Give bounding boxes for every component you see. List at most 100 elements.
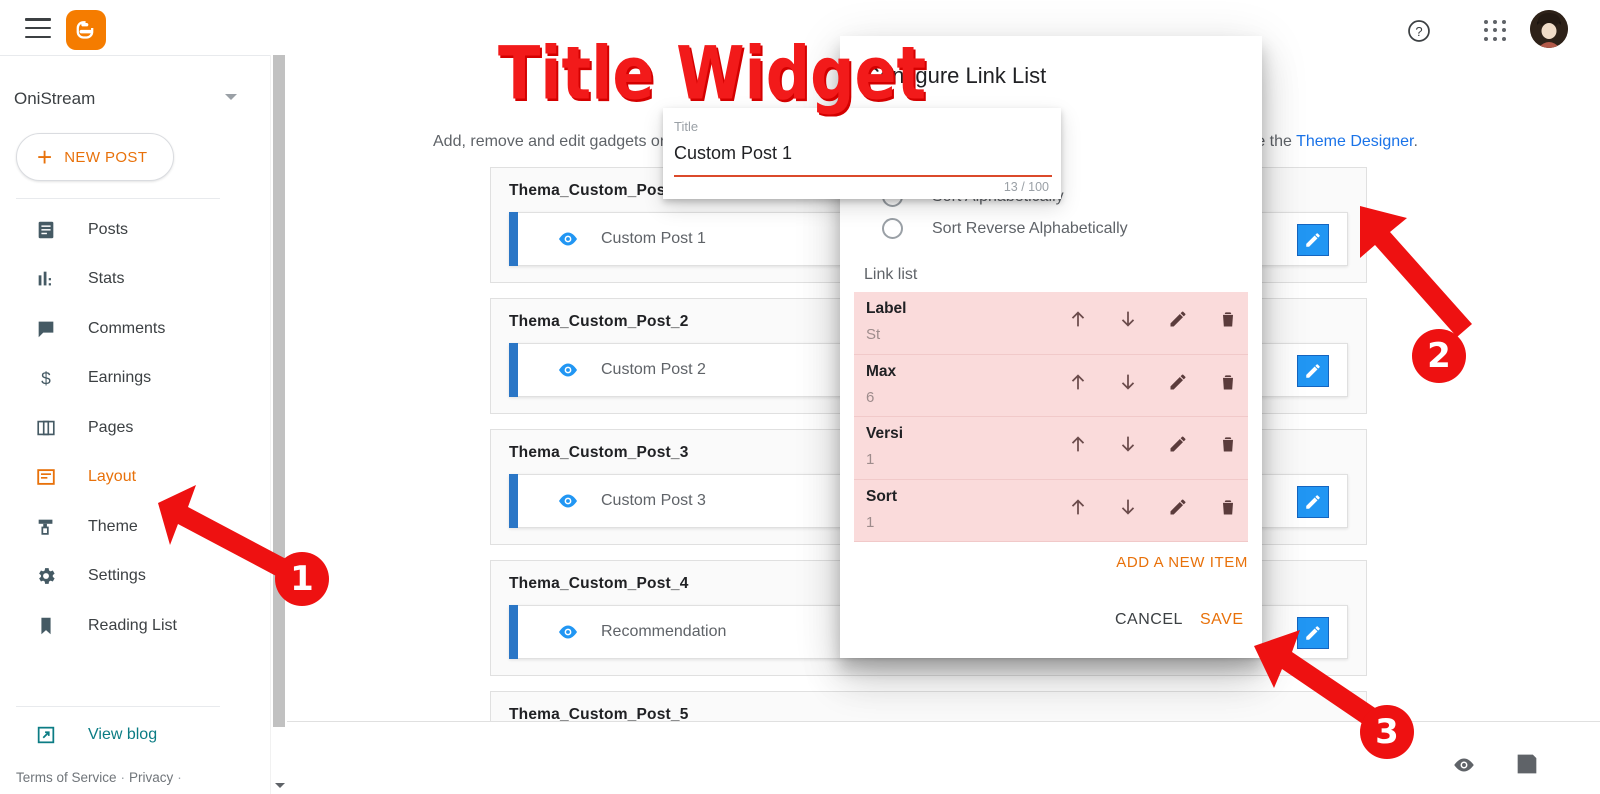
blog-selector[interactable]: OniStream <box>14 84 254 114</box>
trash-icon[interactable] <box>1216 307 1240 331</box>
blog-name: OniStream <box>14 89 96 108</box>
sidebar-divider-top <box>16 198 220 199</box>
gadget-accent-bar <box>509 605 518 659</box>
gadget-accent-bar <box>509 212 518 266</box>
sidebar-item-comments[interactable]: Comments <box>0 304 270 354</box>
apps-grid-icon[interactable] <box>1483 19 1509 43</box>
sidebar-item-label: Settings <box>88 567 146 585</box>
arrow-down-icon[interactable] <box>1116 307 1140 331</box>
eye-icon <box>556 620 580 644</box>
pencil-icon[interactable] <box>1166 495 1190 519</box>
gadget-edit-button[interactable] <box>1297 224 1329 256</box>
trash-icon[interactable] <box>1216 432 1240 456</box>
bookmark-icon <box>33 613 59 639</box>
view-blog-button[interactable]: View blog <box>0 711 270 759</box>
sidebar-item-settings[interactable]: Settings <box>0 552 270 602</box>
link-list-items: Label St Max 6 Versi 1 Sort 1 <box>854 292 1248 542</box>
arrow-down-icon[interactable] <box>1116 495 1140 519</box>
gadget-row-label: Custom Post 2 <box>601 361 706 378</box>
arrow-up-icon[interactable] <box>1066 370 1090 394</box>
add-a-new-item-button[interactable]: ADD A NEW ITEM <box>1116 554 1248 571</box>
stats-icon <box>33 266 59 292</box>
svg-text:?: ? <box>1415 24 1422 39</box>
list-item-name: Sort <box>866 487 897 505</box>
eye-icon <box>556 227 580 251</box>
theme-icon <box>33 514 59 540</box>
sidebar-item-pages[interactable]: Pages <box>0 403 270 453</box>
pencil-icon[interactable] <box>1166 432 1190 456</box>
sidebar-nav-list: Posts Stats Comments $ Earnings Pages La… <box>0 205 270 651</box>
arrow-up-icon[interactable] <box>1066 495 1090 519</box>
annotation-heading: Title Widget <box>498 30 927 117</box>
arrow-up-icon[interactable] <box>1066 432 1090 456</box>
pencil-icon[interactable] <box>1166 370 1190 394</box>
arrow-down-icon[interactable] <box>1116 432 1140 456</box>
new-post-label: NEW POST <box>64 148 148 166</box>
scroll-down-arrow-icon[interactable] <box>275 783 285 788</box>
list-item-actions <box>1066 307 1240 331</box>
sidebar-item-earnings[interactable]: $ Earnings <box>0 354 270 404</box>
blogger-logo[interactable] <box>66 10 106 50</box>
gadget-edit-button[interactable] <box>1297 617 1329 649</box>
cancel-button[interactable]: CANCEL <box>1115 611 1183 629</box>
list-item[interactable]: Label St <box>854 292 1248 355</box>
list-item-value: 1 <box>866 513 875 531</box>
hamburger-menu-icon[interactable] <box>25 18 51 38</box>
left-sidebar: OniStream + NEW POST Posts Stats Comment… <box>0 55 270 794</box>
gadget-row-label: Custom Post 3 <box>601 492 706 509</box>
earnings-icon: $ <box>33 365 59 391</box>
step-badge-3: 3 <box>1360 705 1414 759</box>
list-item-actions <box>1066 370 1240 394</box>
list-item[interactable]: Max 6 <box>854 355 1248 417</box>
eye-icon[interactable] <box>1451 752 1477 783</box>
legal-separator-2: · <box>177 770 182 785</box>
sidebar-item-label: Pages <box>88 418 134 436</box>
pencil-icon[interactable] <box>1166 307 1190 331</box>
sidebar-divider-bottom <box>16 706 220 707</box>
gear-icon <box>33 563 59 589</box>
sidebar-item-label: Earnings <box>88 369 152 387</box>
gadget-section: Thema_Custom_Post_5 <box>490 691 1367 721</box>
step-badge-2: 2 <box>1412 329 1466 383</box>
scrollbar-thumb[interactable] <box>273 55 285 727</box>
link-list-section-label: Link list <box>864 266 918 283</box>
title-input-underline <box>674 175 1052 177</box>
eye-icon <box>556 489 580 513</box>
floppy-save-icon[interactable] <box>1513 750 1541 783</box>
sidebar-item-label: Theme <box>88 517 138 535</box>
sidebar-scrollbar[interactable] <box>270 55 286 794</box>
help-circle-icon[interactable]: ? <box>1406 18 1432 44</box>
sidebar-item-theme[interactable]: Theme <box>0 502 270 552</box>
step-badge-1: 1 <box>275 552 329 606</box>
trash-icon[interactable] <box>1216 495 1240 519</box>
privacy-link[interactable]: Privacy <box>129 770 173 785</box>
theme-designer-link[interactable]: Theme Designer <box>1296 133 1413 150</box>
sidebar-item-reading-list[interactable]: Reading List <box>0 601 270 651</box>
external-link-icon <box>33 722 59 748</box>
list-item-value: 6 <box>866 388 875 406</box>
gadget-edit-button[interactable] <box>1297 486 1329 518</box>
sidebar-item-layout[interactable]: Layout <box>0 453 270 503</box>
list-item[interactable]: Sort 1 <box>854 480 1248 542</box>
arrow-up-icon[interactable] <box>1066 307 1090 331</box>
trash-icon[interactable] <box>1216 370 1240 394</box>
sidebar-item-posts[interactable]: Posts <box>0 205 270 255</box>
user-avatar[interactable] <box>1530 10 1568 48</box>
new-post-button[interactable]: + NEW POST <box>16 133 175 181</box>
save-button[interactable]: SAVE <box>1200 611 1244 629</box>
sidebar-item-label: Comments <box>88 319 166 337</box>
gadget-edit-button[interactable] <box>1297 355 1329 387</box>
title-field-label: Title <box>674 119 699 134</box>
radio-circle-icon <box>882 218 903 239</box>
terms-of-service-link[interactable]: Terms of Service <box>16 770 117 785</box>
radio-sort-reverse-alphabetically[interactable]: Sort Reverse Alphabetically <box>882 218 1242 239</box>
list-item-value: 1 <box>866 451 875 468</box>
title-input[interactable]: Custom Post 1 <box>674 143 792 164</box>
list-item[interactable]: Versi 1 <box>854 417 1248 480</box>
arrow-down-icon[interactable] <box>1116 370 1140 394</box>
radio-label: Sort Reverse Alphabetically <box>932 219 1128 237</box>
description-text-after: . <box>1413 133 1418 150</box>
sidebar-item-stats[interactable]: Stats <box>0 255 270 305</box>
list-item-name: Label <box>866 300 907 317</box>
sidebar-item-label: Reading List <box>88 616 177 634</box>
